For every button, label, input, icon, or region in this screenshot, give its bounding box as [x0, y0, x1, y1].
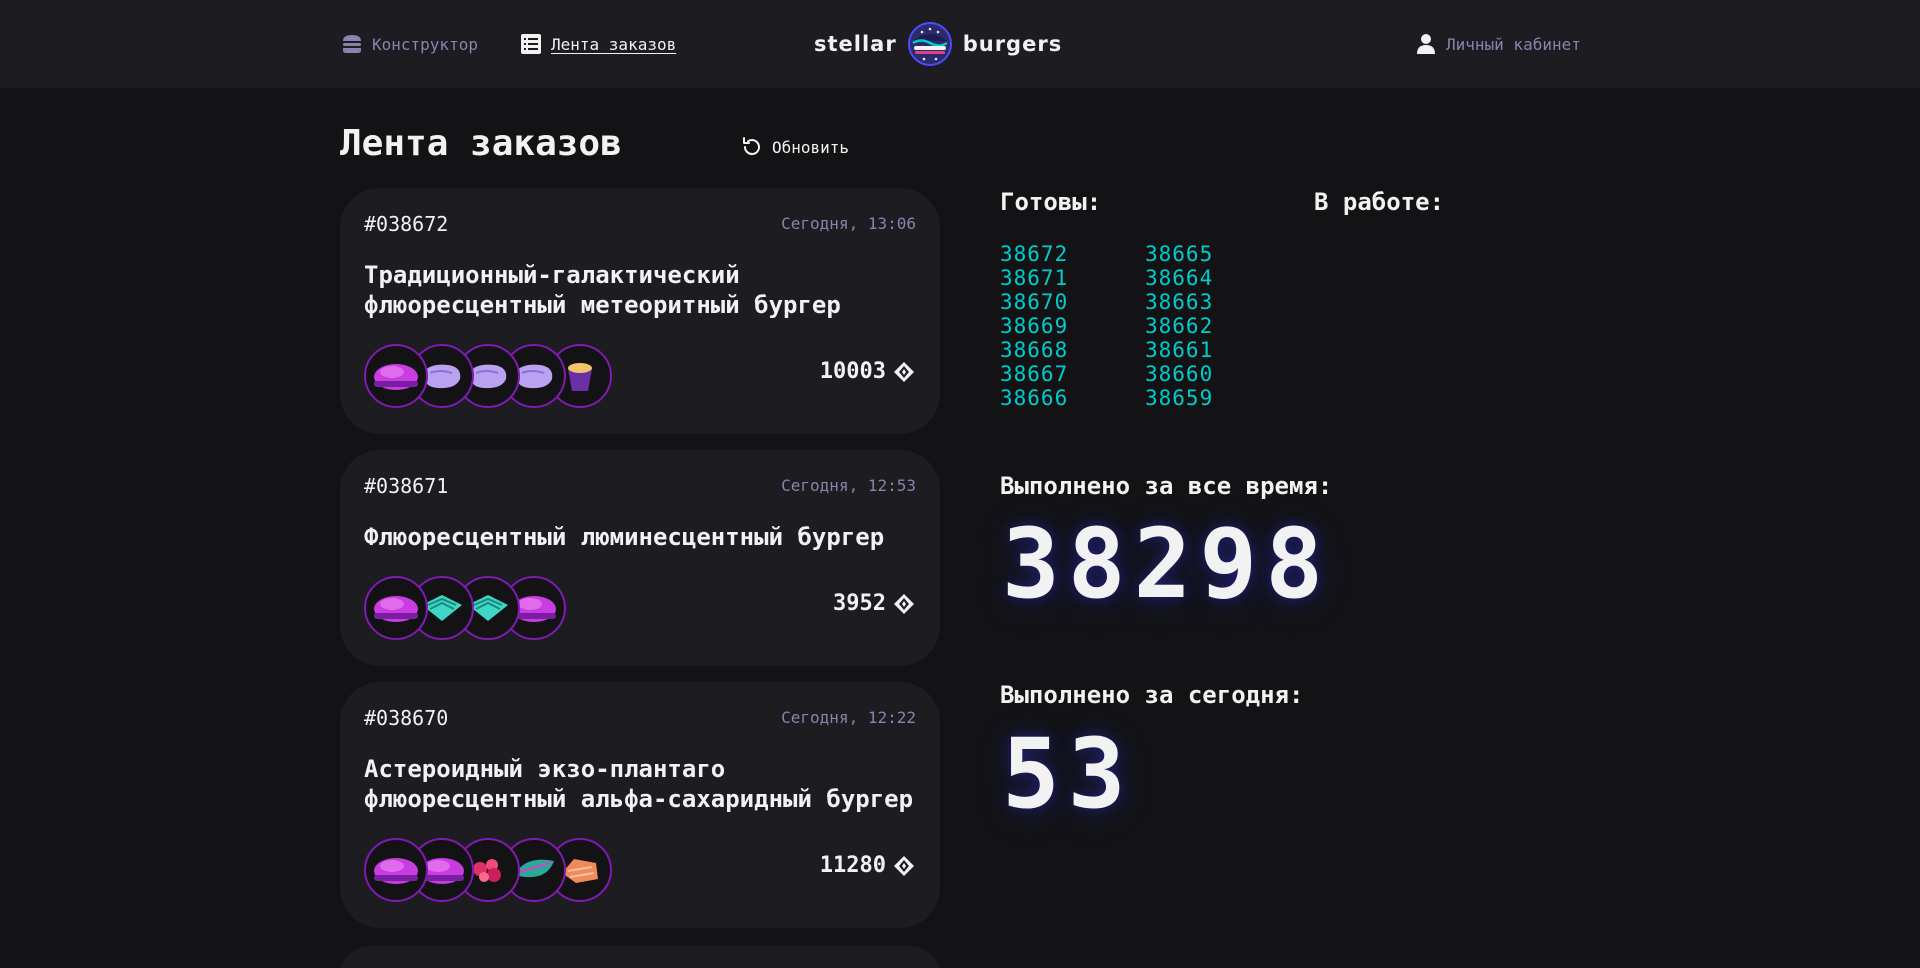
currency-icon — [894, 361, 914, 382]
refresh-label: Обновить — [772, 137, 850, 157]
ready-order-number: 38662 — [1145, 314, 1214, 338]
order-name: Астероидный экзо-плантаго флюоресцентный… — [364, 755, 914, 813]
ingredient-bun-purple-icon — [364, 344, 428, 408]
ready-list-col1: 38672 38671 38670 38669 38668 38667 3866… — [1000, 242, 1068, 410]
order-number: #038672 — [364, 212, 449, 236]
ready-list-col2: 38665 38664 38663 38662 38661 38660 3865… — [1145, 242, 1213, 410]
order-price-value: 3952 — [833, 591, 886, 616]
logo[interactable]: stellar burgers — [814, 18, 1062, 70]
order-price: 11280 — [820, 853, 916, 878]
ready-order-number: 38659 — [1145, 386, 1214, 410]
logo-text-left: stellar — [814, 32, 897, 56]
order-date: Сегодня, 13:06 — [781, 214, 916, 233]
ready-order-number: 38670 — [1000, 290, 1069, 314]
ready-title: Готовы: — [1000, 188, 1102, 216]
in-work-title: В работе: — [1314, 188, 1445, 216]
currency-icon — [894, 593, 914, 614]
order-price: 10003 — [820, 359, 916, 384]
ready-order-number: 38672 — [1000, 242, 1069, 266]
order-number: #038670 — [364, 706, 449, 730]
logo-text-right: burgers — [962, 32, 1063, 56]
ingredient-list — [364, 838, 614, 902]
order-date: Сегодня, 12:53 — [781, 476, 916, 495]
ingredient-bun-purple-icon — [364, 576, 428, 640]
ready-order-number: 38664 — [1145, 266, 1214, 290]
ready-order-number: 38669 — [1000, 314, 1069, 338]
page-title: Лента заказов — [340, 123, 622, 164]
order-card[interactable]: #038670 Сегодня, 12:22 Астероидный экзо-… — [340, 682, 940, 928]
user-icon — [1417, 34, 1435, 54]
orders-feed[interactable]: #038672 Сегодня, 13:06 Традиционный-гала… — [340, 188, 940, 968]
order-card[interactable]: #038671 Сегодня, 12:53 Флюоресцентный лю… — [340, 450, 940, 666]
logo-icon — [907, 22, 952, 66]
ingredient-list — [364, 576, 574, 640]
ingredient-bun-purple-icon — [364, 838, 428, 902]
ready-order-number: 38667 — [1000, 362, 1069, 386]
nav-profile-label: Личный кабинет — [1446, 34, 1581, 54]
total-completed-value: 38298 — [1002, 508, 1331, 620]
currency-icon — [894, 855, 914, 876]
order-name: Традиционный-галактический флюоресцентны… — [364, 261, 841, 319]
ready-order-number: 38671 — [1000, 266, 1069, 290]
today-completed-title: Выполнено за сегодня: — [1000, 681, 1304, 709]
order-card-partial[interactable] — [340, 946, 940, 968]
nav-feed-label: Лента заказов — [551, 34, 677, 54]
order-price: 3952 — [833, 591, 916, 616]
ingredient-list — [364, 344, 614, 408]
burger-icon — [343, 35, 361, 53]
ready-order-number: 38663 — [1145, 290, 1214, 314]
refresh-button[interactable]: Обновить — [740, 135, 849, 159]
order-price-value: 11280 — [819, 853, 886, 878]
ready-order-number: 38666 — [1000, 386, 1069, 410]
today-completed-value: 53 — [1002, 718, 1134, 830]
order-name: Флюоресцентный люминесцентный бургер — [364, 523, 885, 551]
app-header: Конструктор Лента заказов stellar burger… — [0, 0, 1920, 88]
ready-order-number: 38668 — [1000, 338, 1069, 362]
nav-constructor-label: Конструктор — [372, 34, 478, 54]
ready-order-number: 38661 — [1145, 338, 1214, 362]
list-icon — [521, 34, 541, 54]
nav-feed[interactable]: Лента заказов — [519, 0, 676, 88]
ready-order-number: 38660 — [1145, 362, 1214, 386]
order-number: #038671 — [364, 474, 449, 498]
total-completed-title: Выполнено за все время: — [1000, 472, 1333, 500]
order-card[interactable]: #038672 Сегодня, 13:06 Традиционный-гала… — [340, 188, 940, 434]
order-date: Сегодня, 12:22 — [781, 708, 916, 727]
order-price-value: 10003 — [819, 359, 886, 384]
refresh-icon — [743, 137, 760, 156]
nav-profile[interactable]: Личный кабинет — [1414, 0, 1581, 88]
nav-constructor[interactable]: Конструктор — [340, 0, 478, 88]
ready-order-number: 38665 — [1145, 242, 1214, 266]
